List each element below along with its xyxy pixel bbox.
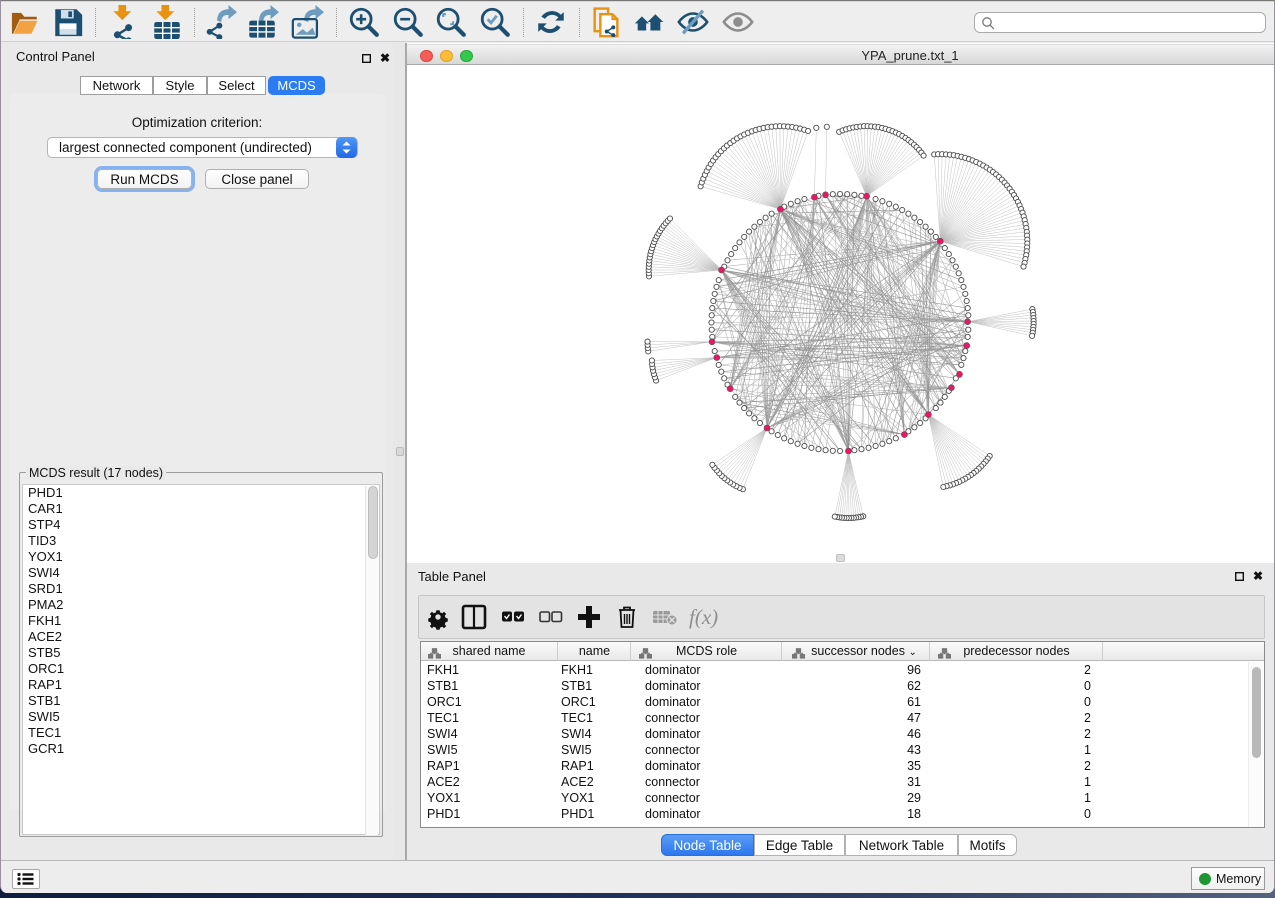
svg-text:f(x): f(x) (689, 605, 718, 629)
